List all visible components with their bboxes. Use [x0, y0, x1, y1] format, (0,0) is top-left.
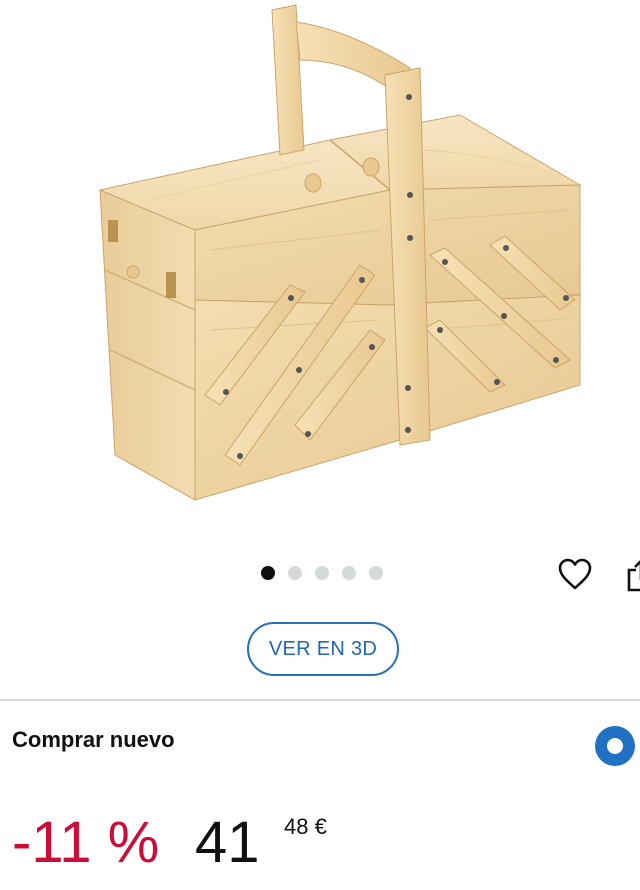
carousel-dot-1[interactable]: [261, 566, 275, 580]
buy-new-radio-button[interactable]: [595, 726, 635, 766]
view-3d-label: VER EN 3D: [268, 637, 378, 660]
image-carousel-dots[interactable]: [261, 566, 383, 580]
carousel-dot-5[interactable]: [369, 566, 383, 580]
discount-percentage: -11 %: [12, 810, 160, 875]
share-button[interactable]: [626, 558, 640, 594]
view-3d-button[interactable]: VER EN 3D: [247, 622, 399, 676]
buy-new-label[interactable]: Comprar nuevo: [12, 727, 175, 753]
carousel-dot-2[interactable]: [288, 566, 302, 580]
section-divider: [0, 699, 640, 701]
price-fraction: 48 €: [284, 814, 327, 839]
product-image[interactable]: [0, 0, 640, 540]
carousel-dot-3[interactable]: [315, 566, 329, 580]
carousel-dot-4[interactable]: [342, 566, 356, 580]
price-whole: 41: [195, 810, 260, 875]
wishlist-button[interactable]: [555, 555, 595, 593]
wooden-sewing-box-image: [98, 4, 582, 501]
heart-outline-icon: [558, 558, 592, 590]
share-icon: [627, 560, 640, 592]
